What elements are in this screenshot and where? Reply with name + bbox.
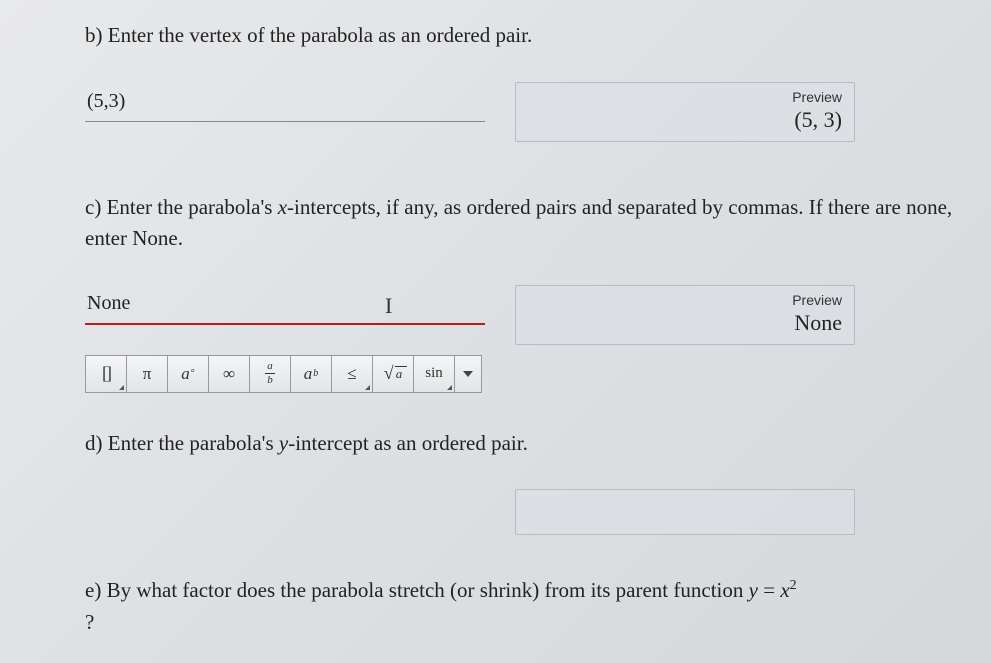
infinity-button[interactable]: ∞ xyxy=(208,355,250,393)
label-e: e) xyxy=(85,578,101,602)
fraction-button[interactable]: a b xyxy=(249,355,291,393)
sqrt-icon: √ xyxy=(384,363,394,384)
prompt-d-part1: Enter the parabola's xyxy=(108,431,279,455)
fn-exp: 2 xyxy=(790,578,797,593)
math-toolbar: [] π a° ∞ a b ab ≤ √a sin xyxy=(85,355,991,393)
leq-icon: ≤ xyxy=(347,364,356,384)
infinity-icon: ∞ xyxy=(223,364,235,384)
fn-x: x xyxy=(780,578,789,602)
preview-label-c: Preview xyxy=(528,292,842,308)
prompt-d-part2: -intercept as an ordered pair. xyxy=(288,431,528,455)
sin-icon: sin xyxy=(425,365,443,382)
prompt-d: d) Enter the parabola's y-intercept as a… xyxy=(85,428,991,460)
prompt-b: b) Enter the vertex of the parabola as a… xyxy=(85,20,991,52)
toolbar-dropdown-button[interactable] xyxy=(454,355,482,393)
sqrt-button[interactable]: √a xyxy=(372,355,414,393)
prompt-c: c) Enter the parabola's x-intercepts, if… xyxy=(85,192,991,255)
preview-label-b: Preview xyxy=(528,89,842,105)
pi-button[interactable]: π xyxy=(126,355,168,393)
deg-base: a xyxy=(181,364,190,384)
input-row-d xyxy=(85,489,991,535)
pow-base: a xyxy=(304,364,313,384)
prompt-c-part3: . xyxy=(178,226,183,250)
degree-button[interactable]: a° xyxy=(167,355,209,393)
input-wrap-c: I xyxy=(85,285,485,325)
prompt-c-part1: Enter the parabola's xyxy=(107,195,278,219)
pow-sup: b xyxy=(313,368,318,379)
prompt-e-part2: ? xyxy=(85,610,94,634)
label-b: b) xyxy=(85,23,103,47)
input-row-b: Preview (5, 3) xyxy=(85,82,991,142)
frac-bot: b xyxy=(267,375,273,386)
question-e: e) By what factor does the parabola stre… xyxy=(85,575,991,638)
input-wrap-b xyxy=(85,82,485,122)
fraction-icon: a b xyxy=(265,361,275,386)
prompt-e: e) By what factor does the parabola stre… xyxy=(85,575,991,638)
fn-eq: = xyxy=(758,578,780,602)
brackets-icon: [] xyxy=(102,363,110,384)
fn-y: y xyxy=(749,578,758,602)
sin-button[interactable]: sin xyxy=(413,355,455,393)
prompt-c-none: None xyxy=(132,226,178,250)
preview-box-d[interactable] xyxy=(515,489,855,535)
label-d: d) xyxy=(85,431,103,455)
pi-icon: π xyxy=(143,364,152,384)
frac-top: a xyxy=(267,361,273,372)
deg-sup: ° xyxy=(191,368,195,379)
leq-button[interactable]: ≤ xyxy=(331,355,373,393)
preview-box-c: Preview None xyxy=(515,285,855,345)
label-c: c) xyxy=(85,195,101,219)
text-cursor: I xyxy=(385,293,392,319)
question-d: d) Enter the parabola's y-intercept as a… xyxy=(85,428,991,536)
power-button[interactable]: ab xyxy=(290,355,332,393)
answer-input-b[interactable] xyxy=(85,82,485,122)
preview-value-b: (5, 3) xyxy=(528,107,842,133)
chevron-down-icon xyxy=(463,371,473,377)
input-row-c: I Preview None xyxy=(85,285,991,345)
preview-value-c: None xyxy=(528,310,842,336)
question-c: c) Enter the parabola's x-intercepts, if… xyxy=(85,192,991,393)
brackets-button[interactable]: [] xyxy=(85,355,127,393)
prompt-b-text: Enter the vertex of the parabola as an o… xyxy=(108,23,532,47)
question-b: b) Enter the vertex of the parabola as a… xyxy=(85,20,991,142)
prompt-e-part1: By what factor does the parabola stretch… xyxy=(107,578,749,602)
prompt-c-var: x xyxy=(278,195,287,219)
preview-box-b: Preview (5, 3) xyxy=(515,82,855,142)
prompt-d-var: y xyxy=(279,431,288,455)
sqrt-a: a xyxy=(396,366,403,382)
answer-input-c[interactable] xyxy=(85,285,485,325)
